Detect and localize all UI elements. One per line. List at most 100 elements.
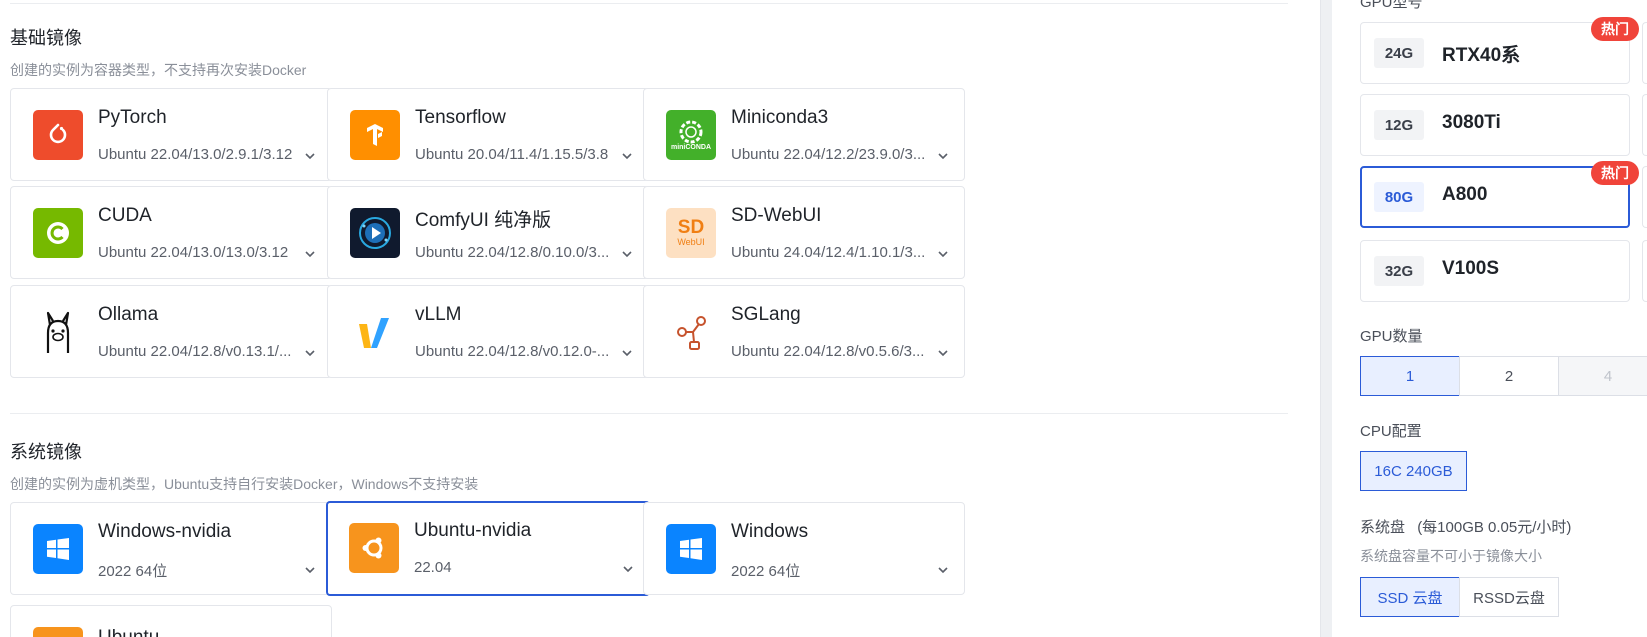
vllm-icon bbox=[350, 307, 400, 357]
image-card-sd-webui[interactable]: SD WebUI SD-WebUI Ubuntu 24.04/12.4/1.10… bbox=[643, 186, 965, 279]
gpu-name: V100S bbox=[1442, 258, 1500, 279]
chevron-down-icon[interactable] bbox=[303, 346, 317, 360]
image-card-ollama[interactable]: Ollama Ubuntu 22.04/12.8/v0.13.1/... bbox=[10, 285, 332, 378]
windows-icon bbox=[33, 524, 83, 574]
image-card-tensorflow[interactable]: Tensorflow Ubuntu 20.04/11.4/1.15.5/3.8 bbox=[327, 88, 649, 181]
image-version-select[interactable]: 22.04 bbox=[414, 559, 624, 576]
gpu-name: A800 bbox=[1442, 184, 1488, 205]
image-version-select[interactable]: Ubuntu 22.04/12.8/0.10.0/3... bbox=[415, 244, 625, 261]
hot-badge: 热门 bbox=[1591, 17, 1639, 41]
image-version-select[interactable]: Ubuntu 22.04/12.8/v0.12.0-... bbox=[415, 343, 625, 360]
image-version-select[interactable]: Ubuntu 22.04/12.8/v0.13.1/... bbox=[98, 343, 308, 360]
image-version-select[interactable]: 2022 64位 bbox=[731, 560, 941, 581]
chevron-down-icon[interactable] bbox=[621, 562, 635, 576]
chevron-down-icon[interactable] bbox=[303, 563, 317, 577]
sd-webui-icon: SD WebUI bbox=[666, 208, 716, 258]
sd-logo-text: SD bbox=[677, 216, 705, 238]
gpu-count-1[interactable]: 1 bbox=[1360, 356, 1460, 396]
gpu-memory-tag: 24G bbox=[1374, 38, 1424, 68]
miniconda-icon: miniCONDA bbox=[666, 110, 716, 160]
disk-type-ssd[interactable]: SSD 云盘 bbox=[1360, 577, 1460, 617]
system-images-title: 系统镜像 bbox=[10, 442, 82, 462]
gpu-option-partial[interactable] bbox=[1642, 166, 1647, 228]
hot-badge: 热门 bbox=[1591, 161, 1639, 185]
image-card-vllm[interactable]: vLLM Ubuntu 22.04/12.8/v0.12.0-... bbox=[327, 285, 649, 378]
chevron-down-icon[interactable] bbox=[303, 149, 317, 163]
chevron-down-icon[interactable] bbox=[936, 149, 950, 163]
ubuntu-icon bbox=[33, 627, 83, 637]
ubuntu-icon bbox=[349, 523, 399, 573]
image-name: SD-WebUI bbox=[731, 205, 822, 226]
image-version-select[interactable]: Ubuntu 22.04/13.0/13.0/3.12 bbox=[98, 244, 308, 261]
image-name: Miniconda3 bbox=[731, 107, 829, 128]
system-disk-note: 系统盘容量不可小于镜像大小 bbox=[1360, 548, 1542, 564]
chevron-down-icon[interactable] bbox=[936, 563, 950, 577]
gpu-count-4[interactable]: 4 bbox=[1558, 356, 1647, 396]
system-disk-price: (每100GB 0.05元/小时) bbox=[1417, 519, 1572, 536]
image-version-select[interactable]: Ubuntu 22.04/12.2/23.9.0/3... bbox=[731, 146, 941, 163]
image-name: Tensorflow bbox=[415, 107, 506, 128]
chevron-down-icon[interactable] bbox=[620, 346, 634, 360]
image-version-select[interactable]: Ubuntu 24.04/12.4/1.10.1/3... bbox=[731, 244, 941, 261]
gpu-name: RTX40系 bbox=[1442, 45, 1521, 66]
base-images-subtitle: 创建的实例为容器类型，不支持再次安装Docker bbox=[10, 62, 307, 78]
system-disk-label: 系统盘 (每100GB 0.05元/小时) bbox=[1360, 516, 1571, 537]
chevron-down-icon[interactable] bbox=[936, 346, 950, 360]
base-images-title: 基础镜像 bbox=[10, 28, 82, 48]
image-version-select[interactable]: Ubuntu 22.04/13.0/2.9.1/3.12 bbox=[98, 146, 308, 163]
gpu-memory-tag: 12G bbox=[1374, 110, 1424, 140]
image-name: CUDA bbox=[98, 205, 152, 226]
image-name: Windows bbox=[731, 521, 809, 542]
image-version-select[interactable]: Ubuntu 22.04/12.8/v0.5.6/3... bbox=[731, 343, 941, 360]
gpu-option-partial[interactable] bbox=[1642, 22, 1647, 84]
image-name: Ubuntu bbox=[98, 627, 159, 637]
gpu-option-a800[interactable]: 80G A800 热门 bbox=[1360, 161, 1639, 228]
gpu-option-3080ti[interactable]: 12G 3080Ti bbox=[1360, 94, 1630, 156]
chevron-down-icon[interactable] bbox=[620, 247, 634, 261]
ollama-icon bbox=[33, 307, 83, 357]
sglang-icon bbox=[666, 307, 716, 357]
image-version-select[interactable]: 2022 64位 bbox=[98, 560, 308, 581]
gpu-option-partial[interactable] bbox=[1642, 240, 1647, 302]
divider bbox=[10, 3, 1288, 4]
pytorch-icon bbox=[33, 110, 83, 160]
image-card-sglang[interactable]: SGLang Ubuntu 22.04/12.8/v0.5.6/3... bbox=[643, 285, 965, 378]
tensorflow-icon bbox=[350, 110, 400, 160]
cpu-config-label: CPU配置 bbox=[1360, 423, 1422, 440]
gpu-count-label: GPU数量 bbox=[1360, 328, 1423, 345]
gpu-option-rtx40[interactable]: 24G RTX40系 热门 bbox=[1360, 17, 1639, 84]
image-name: PyTorch bbox=[98, 107, 167, 128]
divider bbox=[10, 413, 1288, 414]
image-version-select[interactable]: Ubuntu 20.04/11.4/1.15.5/3.8 bbox=[415, 146, 625, 163]
image-name: SGLang bbox=[731, 304, 801, 325]
gpu-count-2[interactable]: 2 bbox=[1459, 356, 1559, 396]
scrollbar[interactable] bbox=[1320, 0, 1332, 637]
chevron-down-icon[interactable] bbox=[936, 247, 950, 261]
chevron-down-icon[interactable] bbox=[620, 149, 634, 163]
image-card-windows[interactable]: Windows 2022 64位 bbox=[643, 502, 965, 595]
image-name: Ollama bbox=[98, 304, 159, 325]
chevron-down-icon[interactable] bbox=[303, 247, 317, 261]
config-panel: GPU型号 24G RTX40系 热门 12G 3080Ti 80G A800 … bbox=[1332, 0, 1647, 637]
webui-logo-text: WebUI bbox=[677, 236, 705, 247]
image-name: Windows-nvidia bbox=[98, 521, 232, 542]
gpu-option-v100s[interactable]: 32G V100S bbox=[1360, 240, 1630, 302]
miniconda-logo-text: miniCONDA bbox=[670, 144, 712, 151]
image-selection-panel: 基础镜像 创建的实例为容器类型，不支持再次安装Docker PyTorch Ub… bbox=[0, 0, 1320, 637]
image-card-windows-nvidia[interactable]: Windows-nvidia 2022 64位 bbox=[10, 502, 332, 595]
image-name: Ubuntu-nvidia bbox=[414, 520, 532, 541]
gpu-name: 3080Ti bbox=[1442, 112, 1501, 133]
gpu-option-partial[interactable] bbox=[1642, 94, 1647, 156]
image-card-miniconda3[interactable]: miniCONDA Miniconda3 Ubuntu 22.04/12.2/2… bbox=[643, 88, 965, 181]
windows-icon bbox=[666, 524, 716, 574]
image-card-pytorch[interactable]: PyTorch Ubuntu 22.04/13.0/2.9.1/3.12 bbox=[10, 88, 332, 181]
image-card-comfyui[interactable]: ComfyUI 纯净版 Ubuntu 22.04/12.8/0.10.0/3..… bbox=[327, 186, 649, 279]
image-card-ubuntu[interactable]: Ubuntu bbox=[10, 605, 332, 637]
gpu-memory-tag: 80G bbox=[1374, 182, 1424, 212]
cpu-option[interactable]: 16C 240GB bbox=[1360, 451, 1467, 491]
image-card-ubuntu-nvidia[interactable]: Ubuntu-nvidia 22.04 bbox=[326, 501, 650, 596]
comfyui-icon bbox=[350, 208, 400, 258]
image-card-cuda[interactable]: CUDA Ubuntu 22.04/13.0/13.0/3.12 bbox=[10, 186, 332, 279]
disk-type-rssd[interactable]: RSSD云盘 bbox=[1459, 577, 1559, 617]
cuda-icon bbox=[33, 208, 83, 258]
